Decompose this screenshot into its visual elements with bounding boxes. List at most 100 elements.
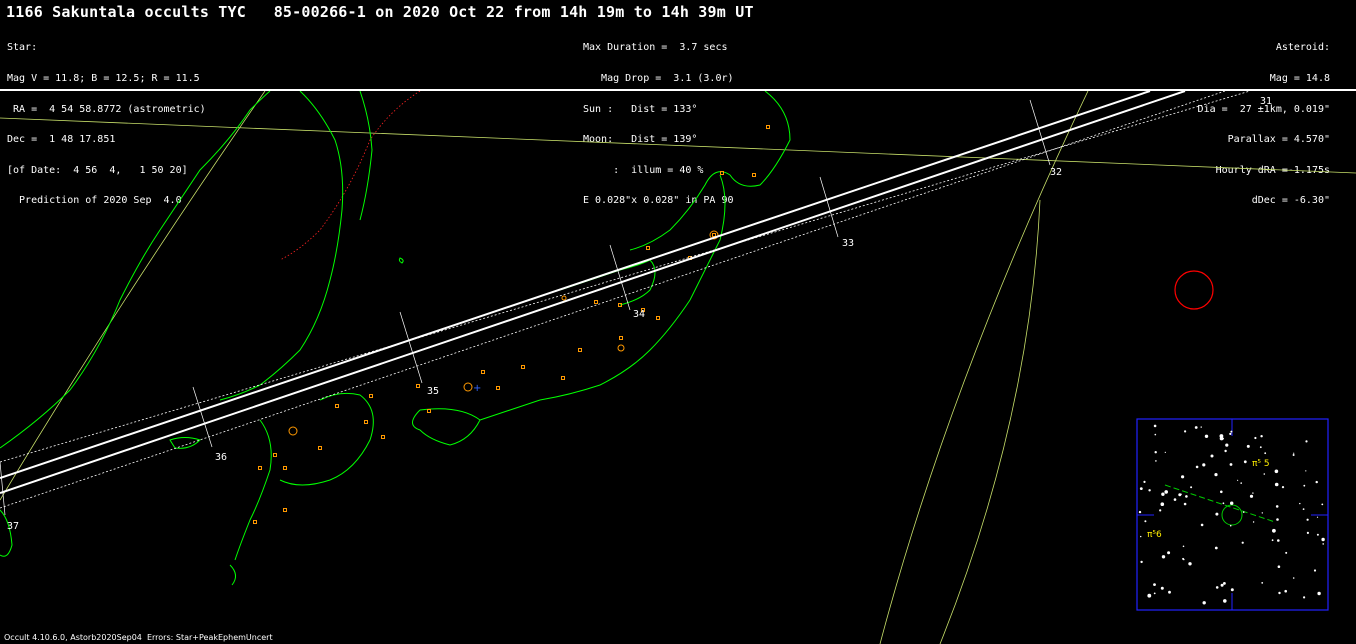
finder-star-label-2: π⁵6 [1147,530,1162,540]
city-marker [335,404,339,408]
finder-star [1229,463,1233,466]
finder-star [1261,512,1264,514]
small-island [398,257,404,264]
chart-frame-line [939,199,1041,644]
minute-tick-label: 35 [427,386,439,397]
finder-star [1181,475,1185,479]
finder-star [1259,446,1262,449]
finder-star [1173,498,1177,501]
finder-star [1202,463,1206,467]
finder-star [1188,562,1192,566]
finder-star [1322,543,1324,545]
city-marker [752,173,756,177]
finder-star [1161,492,1165,496]
finder-star [1160,502,1165,507]
finder-star [1284,589,1287,593]
korea-fragment [169,437,201,449]
minute-tick-line [609,244,631,311]
finder-star [1195,465,1199,469]
finder-star [1313,569,1317,572]
finder-star [1263,473,1266,475]
finder-star [1184,430,1187,433]
finder-star [1164,451,1166,453]
finder-star [1223,582,1226,585]
finder-star [1272,528,1276,533]
finder-star [1202,601,1206,605]
honshu-north [479,174,726,421]
finder-star [1230,501,1234,505]
city-marker [578,348,582,352]
finder-star [1293,452,1295,454]
major-city-marker [561,295,567,301]
city-marker [253,520,257,524]
major-city-marker [288,426,298,436]
finder-star [1306,518,1309,521]
finder-star [1220,490,1223,494]
latitude-line [0,117,1356,174]
finder-star [1317,591,1321,596]
finder-star [1229,524,1232,527]
finder-star [1229,432,1232,435]
finder-star [1254,436,1257,440]
max-duration: Max Duration = 3.7 secs [583,42,728,54]
minute-tick-label: 36 [215,452,227,463]
star-heading: Star: [7,42,38,54]
minute-tick-label: 31 [1260,96,1272,107]
city-marker [381,435,385,439]
city-marker [496,386,500,390]
finder-star [1194,426,1198,429]
major-city-marker [617,344,625,352]
sakhalin-east [359,91,373,221]
finder-star [1143,480,1146,483]
finder-star [1153,424,1157,428]
finder-star [1180,493,1182,495]
central-point-marker: + [473,383,481,394]
mag-drop: Mag Drop = 3.1 (3.0r) [583,73,734,85]
finder-star [1155,460,1157,462]
finder-star [1168,590,1171,594]
finder-star [1154,433,1157,436]
finder-star [1224,449,1227,453]
path-error-north [0,91,1251,463]
cities [253,125,770,524]
finder-star [1167,551,1171,555]
shadow-position-marker [1174,270,1214,310]
finder-frame [1136,418,1329,611]
finder-star [1153,583,1156,586]
finder-star [1305,440,1308,443]
hokkaido-coast [629,91,791,251]
finder-star [1237,479,1239,481]
minute-tick-label: 37 [7,521,19,532]
finder-star [1306,531,1309,535]
city-marker [258,466,262,470]
city-marker [273,453,277,457]
path-error-south [0,91,1226,509]
finder-star [1299,502,1301,505]
finder-star [1178,493,1182,497]
path-edge-north [0,91,1151,479]
national-border [279,91,421,261]
finder-star [1204,434,1209,438]
finder-star [1261,582,1264,584]
finder-star [1246,444,1250,448]
finder-star [1159,509,1162,512]
city-marker [369,394,373,398]
finder-star [1222,502,1225,505]
finder-star [1302,508,1305,510]
finder-star [1274,469,1279,474]
minute-tick-line [0,461,6,516]
major-city-marker [463,382,473,392]
city-marker [283,466,287,470]
finder-star [1147,593,1152,598]
finder-star [1164,490,1168,494]
finder-star [1148,489,1151,492]
finder-star [1252,492,1254,494]
finder-chart[interactable]: π⁵ 5 π⁵6 [1136,418,1329,611]
occultation-map[interactable]: 31 32 33 34 35 36 37 π⁵ 5 π⁵6 + [0,91,1356,644]
shikoku-coast [412,408,481,446]
city-marker [318,446,322,450]
finder-star [1292,454,1295,456]
finder-star [1260,435,1263,438]
finder-star [1303,596,1306,599]
finder-star [1220,583,1224,587]
